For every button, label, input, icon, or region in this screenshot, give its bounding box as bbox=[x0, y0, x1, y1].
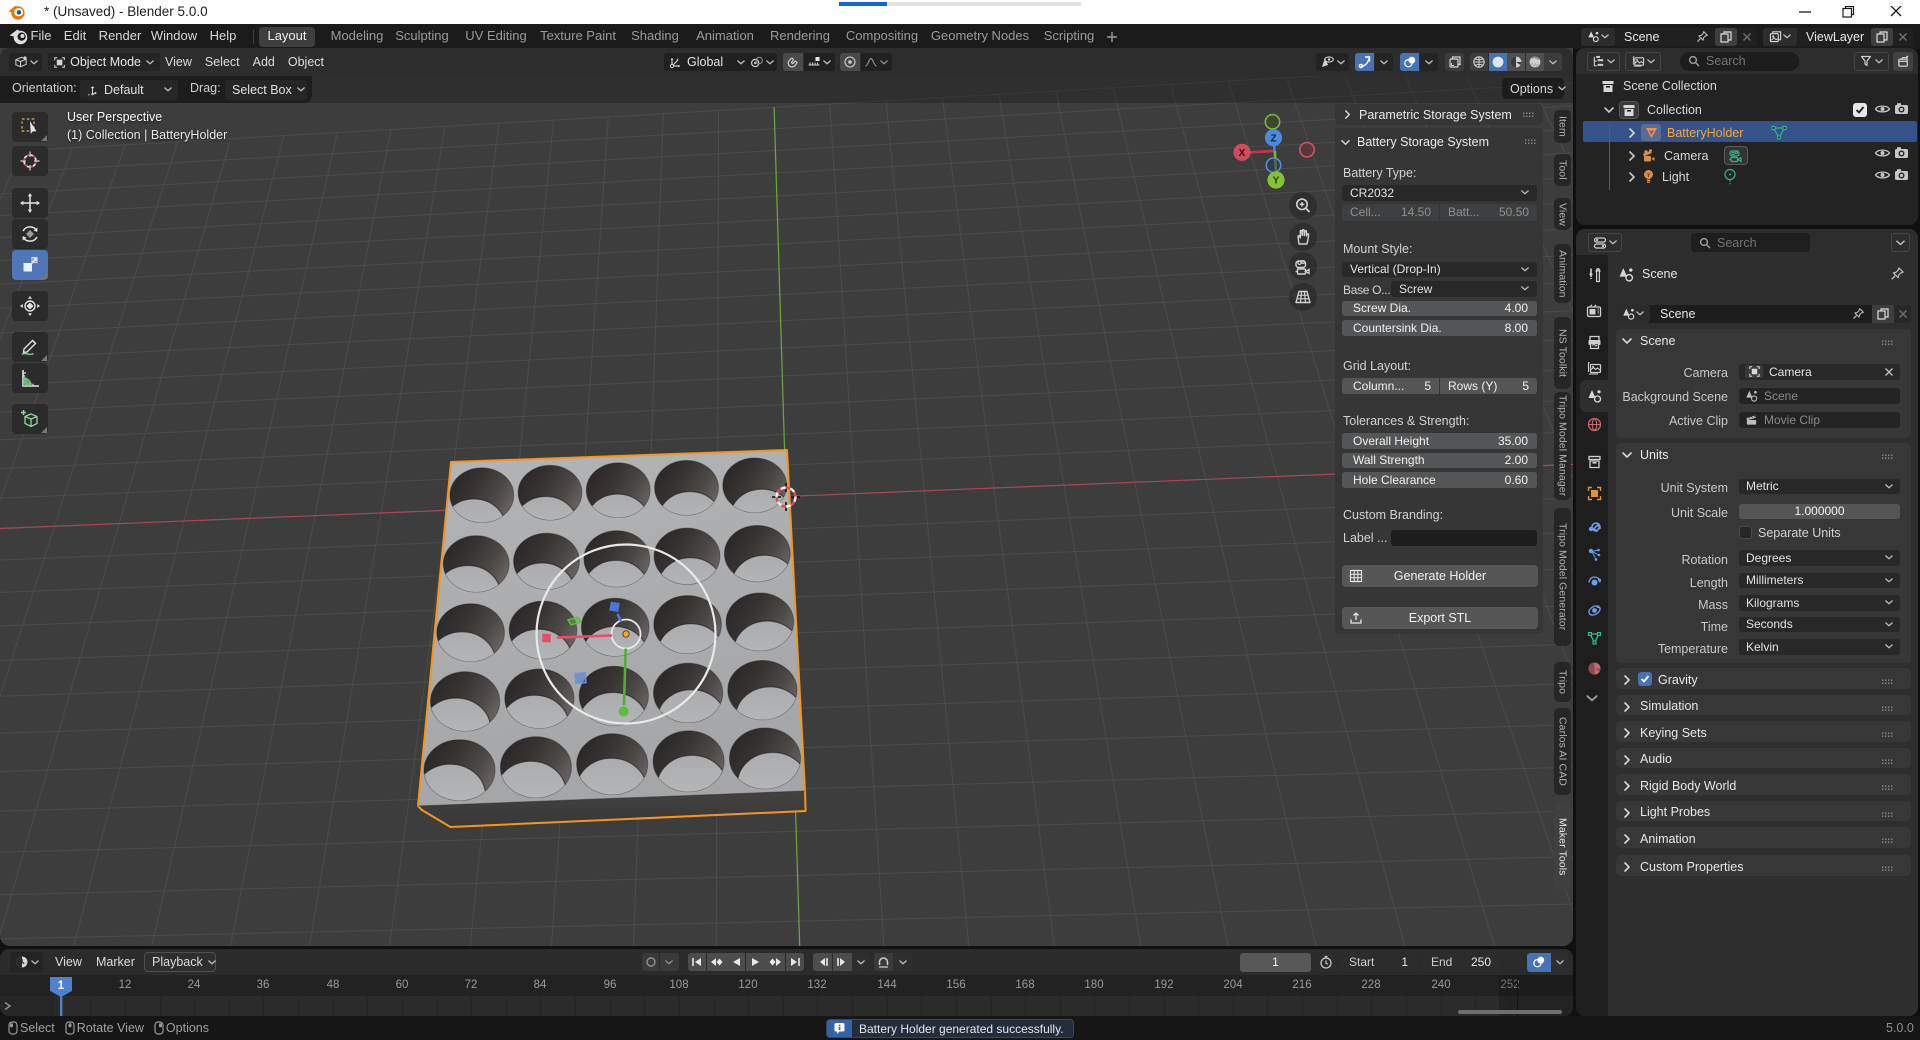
svg-text:1: 1 bbox=[58, 980, 65, 992]
svg-text:X: X bbox=[1239, 148, 1246, 159]
svg-text:Y: Y bbox=[1273, 176, 1280, 187]
svg-text:Z: Z bbox=[1270, 133, 1276, 144]
